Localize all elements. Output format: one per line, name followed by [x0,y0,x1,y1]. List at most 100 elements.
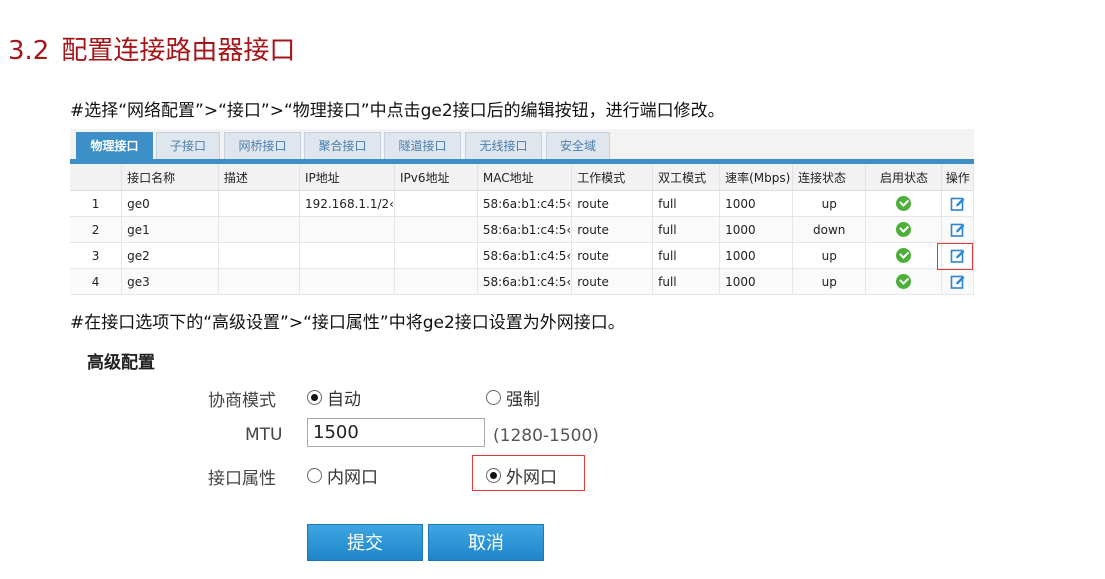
col-header-ipv6: IPv6地址 [394,164,478,191]
row-index: 2 [70,216,123,243]
cancel-button[interactable]: 取消 [428,524,544,561]
table-header-row: 接口名称 描述 IP地址 IPv6地址 MAC地址 工作模式 双工模式 速率(M… [70,164,974,191]
negotiation-mode-label: 协商模式 [208,391,276,411]
col-header-action: 操作 [941,164,974,191]
cell-mac: 58:6a:b1:c4:5‹ [477,268,573,295]
cell-enabled [865,242,943,269]
table-row: 3 ge2 58:6a:b1:c4:5‹ route full 1000 up [70,242,974,269]
cell-speed: 1000 [719,216,793,243]
advanced-config-title: 高级配置 [87,353,155,373]
cell-speed: 1000 [719,190,793,217]
cell-mac: 58:6a:b1:c4:5‹ [477,190,573,217]
cell-enabled [865,190,943,217]
cell-ipv6 [394,268,478,295]
cell-link-status: up [792,268,867,295]
check-circle-icon [896,248,912,263]
cell-desc [218,216,300,243]
cell-link-status: up [792,190,867,217]
edit-icon[interactable] [950,196,966,212]
col-header-mac: MAC地址 [477,164,573,191]
edit-icon[interactable] [950,274,966,290]
tab-sub-interface[interactable]: 子接口 [156,132,220,159]
cell-name: ge2 [121,242,219,269]
instruction-2: #在接口选项下的“高级设置”>“接口属性”中将ge2接口设置为外网接口。 [70,313,625,333]
cell-name: ge0 [121,190,219,217]
cell-ipv6 [394,190,478,217]
col-header-work-mode: 工作模式 [571,164,654,191]
mtu-input[interactable] [307,418,485,447]
cell-duplex: full [652,242,721,269]
table-row: 2 ge1 58:6a:b1:c4:5‹ route full 1000 dow… [70,216,974,243]
cell-desc [218,268,300,295]
cell-ip [299,216,395,243]
radio-unselected-icon [486,390,501,405]
attribute-lan-radio[interactable]: 内网口 [307,463,378,488]
section-title: 配置连接路由器接口 [61,36,296,66]
cell-duplex: full [652,268,721,295]
col-header-link-status: 连接状态 [792,164,867,191]
cell-enabled [865,268,943,295]
cell-link-status: down [792,216,867,243]
cell-desc [218,242,300,269]
cell-ipv6 [394,216,478,243]
negotiation-auto-radio[interactable]: 自动 [307,385,361,410]
cell-ipv6 [394,242,478,269]
mtu-range-hint: (1280-1500) [493,426,599,446]
section-number: 3.2 [8,36,50,66]
interface-table: 接口名称 描述 IP地址 IPv6地址 MAC地址 工作模式 双工模式 速率(M… [70,164,974,295]
radio-unselected-icon [307,468,322,483]
cell-desc [218,190,300,217]
cell-duplex: full [652,216,721,243]
check-circle-icon [896,196,912,211]
col-header-name: 接口名称 [121,164,219,191]
tab-aggregate-interface[interactable]: 聚合接口 [304,132,381,159]
radio-selected-icon [307,390,322,405]
wan-radio-highlight-box [472,455,585,491]
cell-ip [299,268,395,295]
col-header-ip: IP地址 [299,164,395,191]
table-row: 1 ge0 192.168.1.1/2‹ 58:6a:b1:c4:5‹ rout… [70,190,974,217]
col-header-duplex: 双工模式 [652,164,721,191]
col-header-enabled: 启用状态 [865,164,943,191]
cell-enabled [865,216,943,243]
cell-duplex: full [652,190,721,217]
table-row: 4 ge3 58:6a:b1:c4:5‹ route full 1000 up [70,268,974,295]
cell-work-mode: route [571,268,654,295]
row-index: 4 [70,268,123,295]
interface-attribute-label: 接口属性 [208,469,276,489]
cell-ip: 192.168.1.1/2‹ [299,190,395,217]
row-index: 3 [70,242,123,269]
cell-name: ge3 [121,268,219,295]
cell-name: ge1 [121,216,219,243]
check-circle-icon [896,274,912,289]
submit-button[interactable]: 提交 [307,524,423,561]
cell-work-mode: route [571,242,654,269]
instruction-1: #选择“网络配置”>“接口”>“物理接口”中点击ge2接口后的编辑按钮，进行端口… [70,101,725,121]
tab-security-zone[interactable]: 安全域 [546,132,610,159]
radio-label: 强制 [506,390,540,410]
cell-speed: 1000 [719,268,793,295]
cell-action [941,190,974,217]
cell-action [941,268,974,295]
tab-wireless-interface[interactable]: 无线接口 [465,132,542,159]
tab-bridge-interface[interactable]: 网桥接口 [224,132,301,159]
tab-tunnel-interface[interactable]: 隧道接口 [384,132,461,159]
negotiation-forced-radio[interactable]: 强制 [486,385,540,410]
col-header-speed: 速率(Mbps) [719,164,793,191]
cell-speed: 1000 [719,242,793,269]
radio-label: 内网口 [327,468,378,488]
mtu-label: MTU [245,425,283,445]
col-header-index [70,164,123,191]
cell-link-status: up [792,242,867,269]
cell-ip [299,242,395,269]
cell-work-mode: route [571,216,654,243]
section-heading: 3.2 配置连接路由器接口 [8,30,295,67]
edit-icon[interactable] [950,222,966,238]
interface-tab-bar: 物理接口 子接口 网桥接口 聚合接口 隧道接口 无线接口 安全域 [70,129,974,164]
radio-label: 自动 [327,390,361,410]
cell-mac: 58:6a:b1:c4:5‹ [477,242,573,269]
col-header-desc: 描述 [218,164,300,191]
row-index: 1 [70,190,123,217]
cell-work-mode: route [571,190,654,217]
cell-mac: 58:6a:b1:c4:5‹ [477,216,573,243]
